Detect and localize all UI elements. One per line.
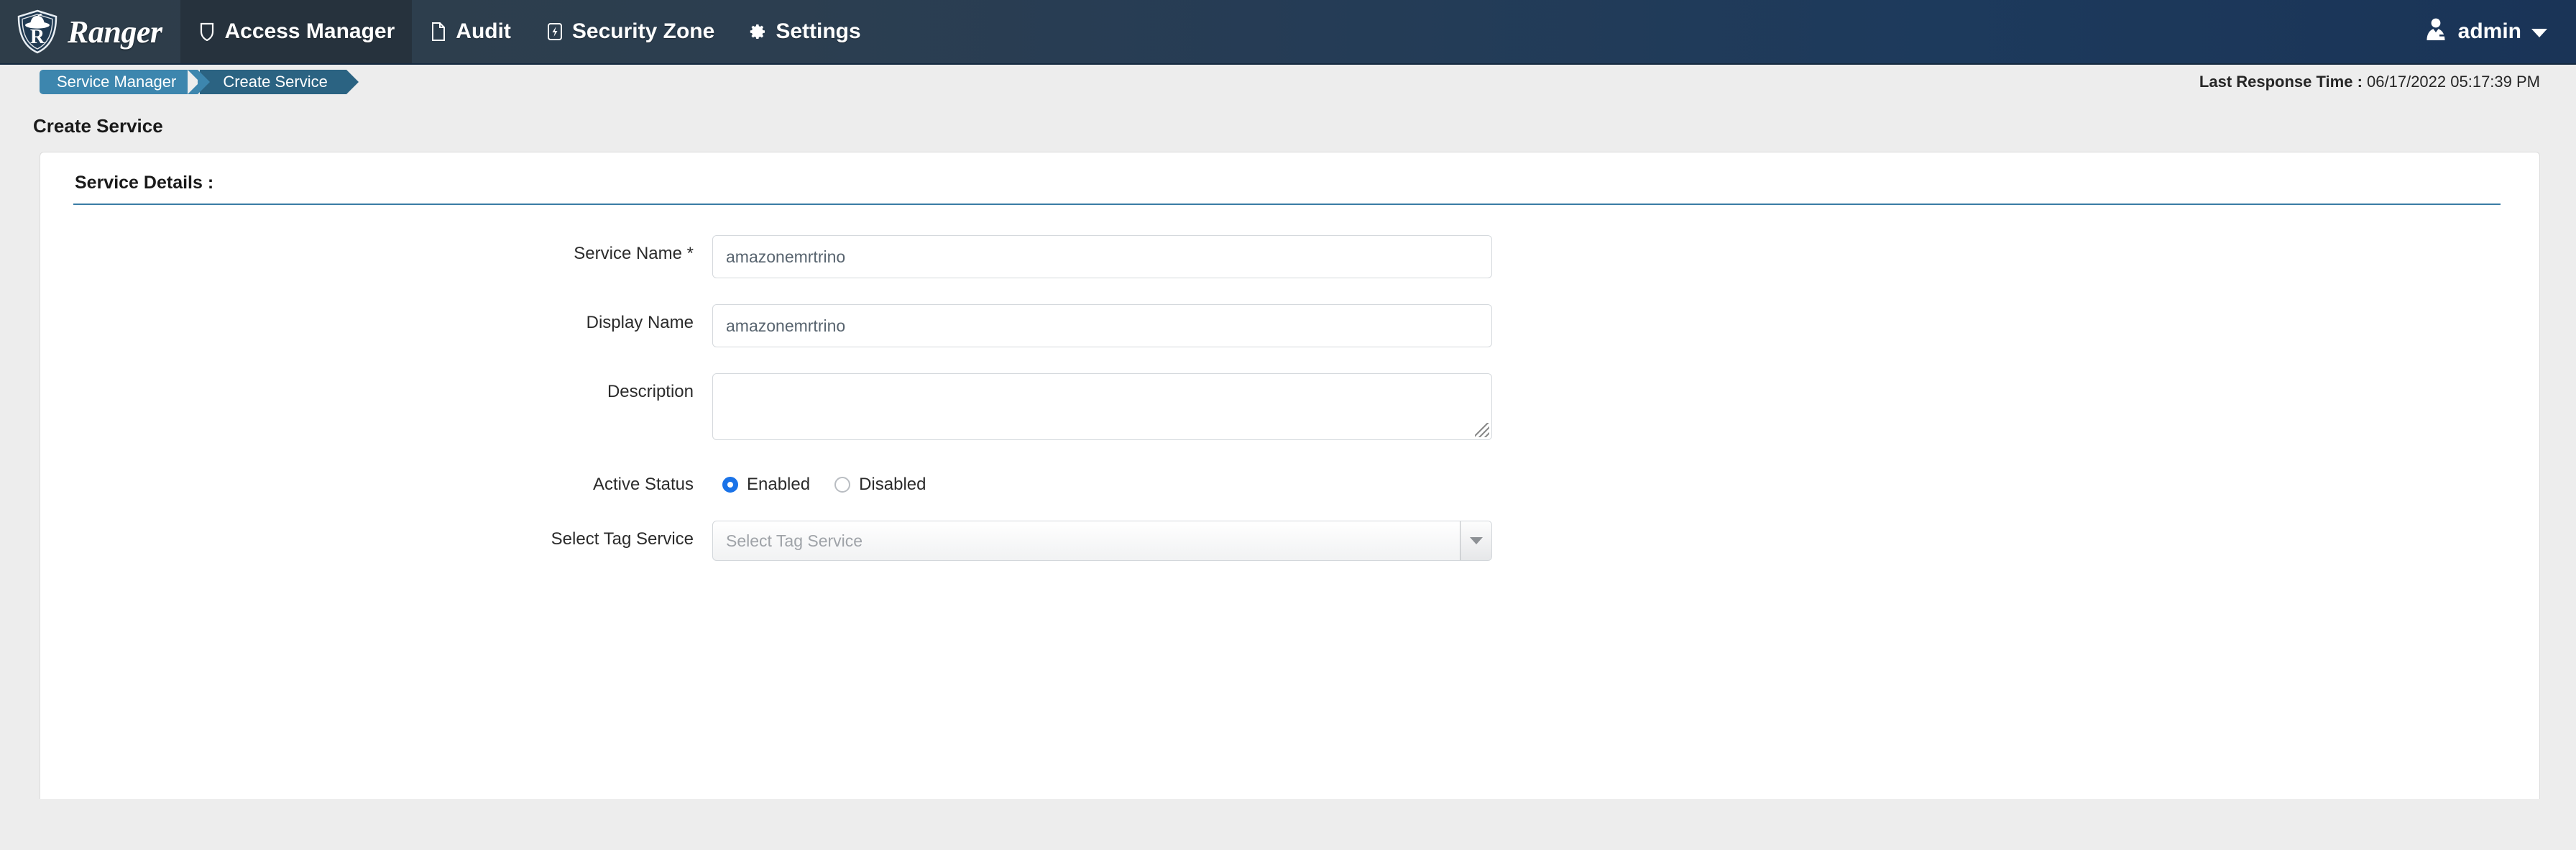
breadcrumb-item-create-service[interactable]: Create Service	[188, 70, 359, 94]
last-response-time-value: 06/17/2022 05:17:39 PM	[2367, 73, 2540, 91]
description-textarea[interactable]	[712, 373, 1492, 440]
nav-item-label: Access Manager	[224, 19, 395, 43]
service-details-header: Service Details :	[73, 173, 2501, 205]
required-marker: *	[686, 244, 694, 263]
form-row-service-name: Service Name *	[40, 235, 2539, 278]
radio-option-enabled[interactable]: Enabled	[722, 475, 810, 495]
active-status-field-wrap: Enabled Disabled	[712, 466, 2539, 495]
display-name-label: Display Name	[586, 313, 694, 332]
radio-enabled-label: Enabled	[747, 475, 811, 494]
select-tag-service-label: Select Tag Service	[551, 529, 694, 549]
shield-icon	[198, 20, 216, 43]
last-response-time: Last Response Time : 06/17/2022 05:17:39…	[2199, 73, 2540, 91]
description-label: Description	[607, 382, 694, 401]
display-name-field-wrap	[712, 304, 2539, 347]
page-title: Create Service	[33, 115, 163, 137]
gear-icon	[749, 20, 768, 43]
form-row-display-name: Display Name	[40, 304, 2539, 347]
user-avatar-icon	[2424, 17, 2448, 47]
chevron-down-icon	[2531, 29, 2547, 37]
active-status-label: Active Status	[592, 475, 694, 494]
zone-bolt-icon	[546, 20, 564, 43]
nav-item-settings[interactable]: Settings	[732, 0, 878, 63]
radio-enabled-icon[interactable]	[722, 477, 738, 493]
brand-label: Ranger	[68, 14, 162, 50]
form-row-description: Description	[40, 373, 2539, 440]
nav-item-audit[interactable]: Audit	[412, 0, 528, 63]
display-name-input[interactable]	[712, 304, 1492, 347]
create-service-form: Service Name * Display Name Description	[40, 205, 2539, 561]
form-row-active-status: Active Status Enabled Disabled	[40, 466, 2539, 495]
service-name-label: Service Name *	[574, 244, 694, 263]
top-navbar: R Ranger Access Manager Audit Security Z…	[0, 0, 2576, 65]
active-status-radio-group: Enabled Disabled	[712, 466, 2539, 495]
description-field-wrap	[712, 373, 2539, 440]
nav-items: Access Manager Audit Security Zone Setti…	[180, 0, 878, 63]
breadcrumb: Service Manager Create Service	[40, 70, 359, 94]
breadcrumb-bar: Service Manager Create Service Last Resp…	[0, 65, 2576, 99]
file-icon	[429, 20, 448, 43]
breadcrumb-label: Service Manager	[57, 73, 177, 91]
radio-option-disabled[interactable]: Disabled	[834, 475, 926, 495]
nav-item-label: Security Zone	[571, 19, 715, 43]
page-body: Create Service Service Details : Service…	[0, 99, 2576, 850]
service-name-field-wrap	[712, 235, 2539, 278]
form-row-select-tag-service: Select Tag Service Select Tag Service	[40, 521, 2539, 561]
brand[interactable]: R Ranger	[0, 0, 180, 63]
svg-text:R: R	[30, 26, 45, 48]
chevron-down-icon	[1469, 537, 1483, 544]
nav-item-label: Settings	[776, 19, 861, 43]
nav-item-access-manager[interactable]: Access Manager	[180, 0, 413, 63]
service-details-panel: Service Details : Service Name * Display…	[40, 152, 2540, 799]
select-tag-service-field-wrap: Select Tag Service	[712, 521, 2539, 561]
breadcrumb-label: Create Service	[223, 73, 328, 91]
last-response-time-label: Last Response Time :	[2199, 73, 2363, 91]
breadcrumb-item-service-manager[interactable]: Service Manager	[40, 70, 211, 94]
select-tag-service-dropdown[interactable]: Select Tag Service	[712, 521, 1492, 561]
user-menu[interactable]: admin	[2409, 0, 2576, 63]
user-name-label: admin	[2457, 19, 2521, 43]
radio-disabled-label: Disabled	[859, 475, 926, 494]
nav-item-security-zone[interactable]: Security Zone	[528, 0, 732, 63]
ranger-shield-logo-icon: R	[16, 9, 59, 54]
select-tag-service-value: Select Tag Service	[726, 531, 863, 550]
radio-disabled-icon[interactable]	[834, 477, 851, 493]
nav-item-label: Audit	[456, 19, 511, 43]
select-tag-service-toggle-button[interactable]	[1460, 521, 1491, 560]
service-name-input[interactable]	[712, 235, 1492, 278]
